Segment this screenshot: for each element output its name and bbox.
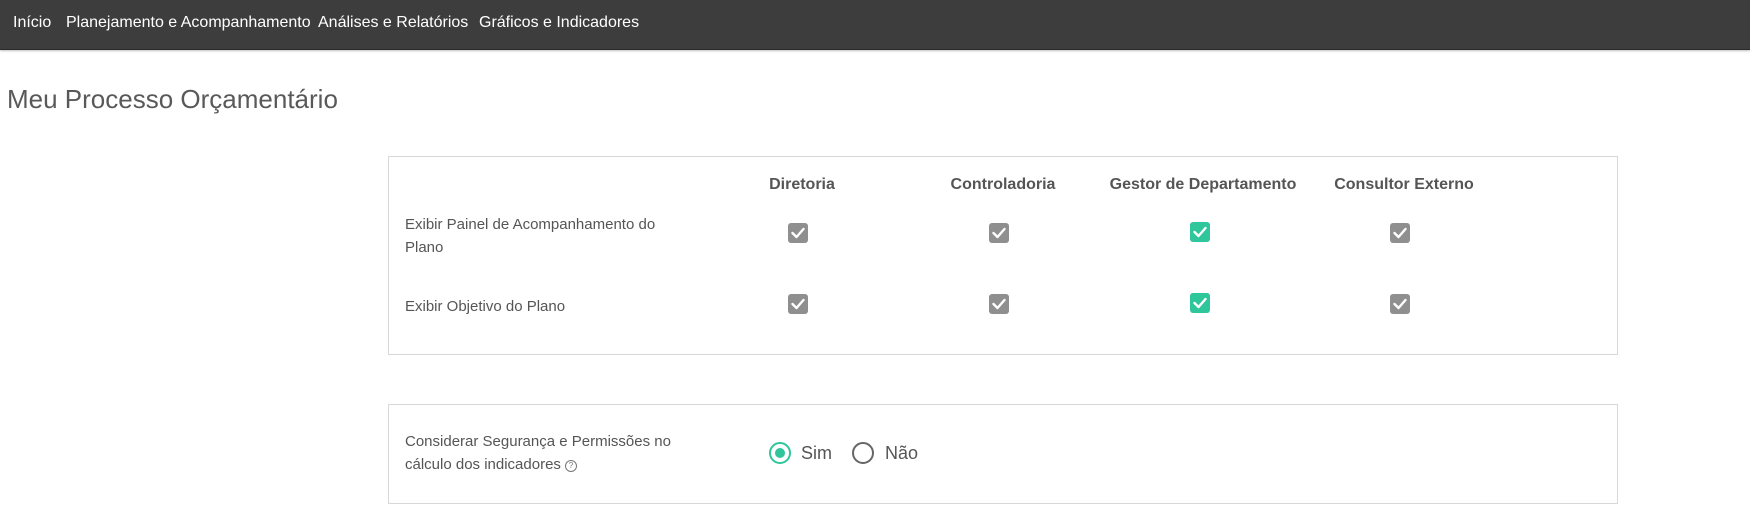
check-icon (1193, 297, 1207, 309)
permission-row-label: Exibir Objetivo do Plano (405, 298, 566, 315)
checkbox-controladoria-painel[interactable] (989, 223, 1009, 243)
nav-item-graficos[interactable]: Gráficos e Indicadores (479, 13, 639, 33)
top-navbar: Início Planejamento e Acompanhamento Aná… (0, 0, 1750, 50)
page-title: Meu Processo Orçamentário (7, 84, 338, 114)
column-header-diretoria: Diretoria (769, 176, 835, 193)
check-icon (992, 227, 1006, 239)
nav-item-planejamento[interactable]: Planejamento e Acompanhamento (66, 13, 311, 33)
checkbox-diretoria-objetivo[interactable] (788, 294, 808, 314)
permission-row-label: Exibir Painel de Acompanhamento do Plano (405, 216, 656, 256)
check-icon (791, 227, 805, 239)
check-icon (1393, 227, 1407, 239)
checkbox-gestor-painel[interactable] (1190, 222, 1210, 242)
checkbox-controladoria-objetivo[interactable] (989, 294, 1009, 314)
radio-sim[interactable] (769, 442, 791, 464)
column-header-consultor: Consultor Externo (1334, 176, 1474, 193)
column-header-gestor: Gestor de Departamento (1109, 176, 1297, 193)
nav-item-inicio[interactable]: Início (13, 13, 51, 33)
question-circle-icon[interactable]: ? (564, 460, 577, 472)
check-icon (1193, 226, 1207, 238)
radio-sim-label[interactable]: Sim (801, 442, 832, 464)
column-header-controladoria: Controladoria (950, 176, 1056, 193)
check-icon (1393, 298, 1407, 310)
check-icon (992, 298, 1006, 310)
security-setting-text: Considerar Segurança e Permissões no cál… (405, 433, 671, 473)
nav-item-analises[interactable]: Análises e Relatórios (318, 13, 468, 33)
checkbox-consultor-objetivo[interactable] (1390, 294, 1410, 314)
checkbox-gestor-objetivo[interactable] (1190, 293, 1210, 313)
checkbox-consultor-painel[interactable] (1390, 223, 1410, 243)
radio-nao-label[interactable]: Não (885, 442, 918, 464)
checkbox-diretoria-painel[interactable] (788, 223, 808, 243)
security-setting-label: Considerar Segurança e Permissões no cál… (405, 430, 705, 476)
check-icon (791, 298, 805, 310)
radio-nao[interactable] (852, 442, 874, 464)
